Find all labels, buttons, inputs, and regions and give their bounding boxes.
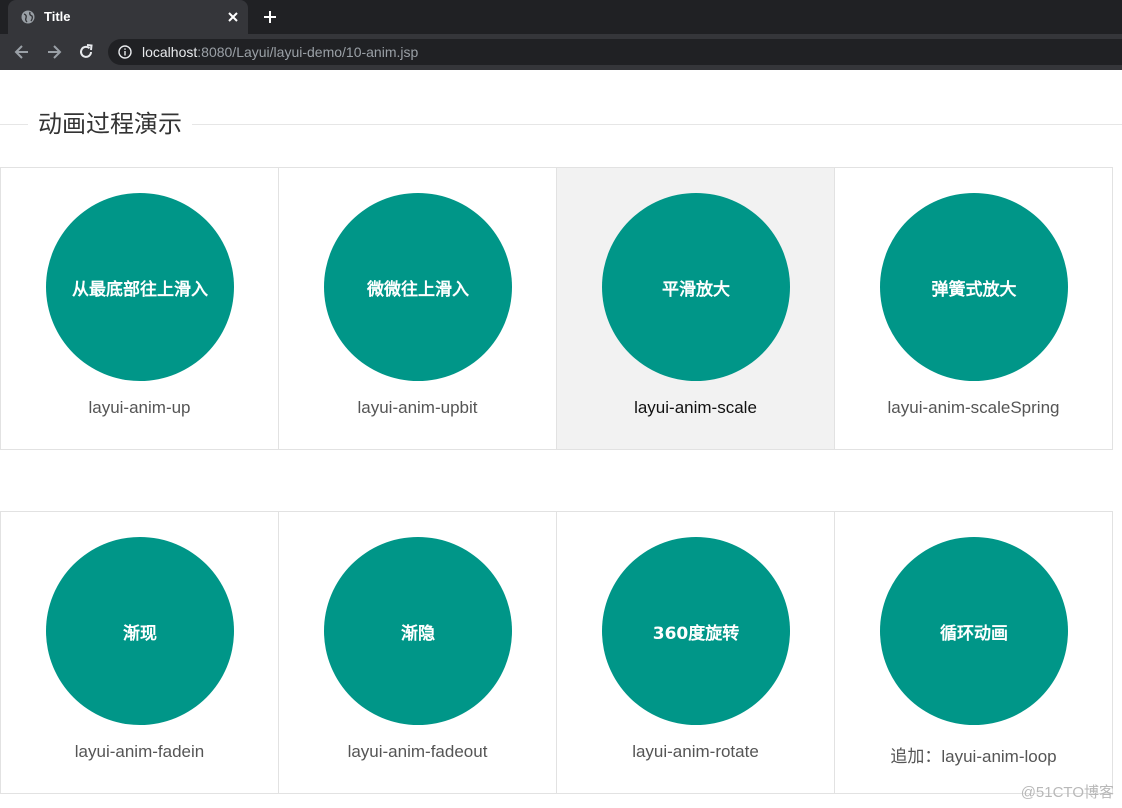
anim-class-label: layui-anim-fadeout xyxy=(347,742,488,761)
reload-icon[interactable] xyxy=(76,42,96,62)
anim-card-upbit[interactable]: 微微往上滑入 layui-anim-upbit xyxy=(278,167,557,450)
anim-demo-circle[interactable]: 循环动画 xyxy=(880,537,1068,725)
globe-icon xyxy=(21,10,35,24)
browser-tab[interactable]: Title xyxy=(8,0,248,34)
anim-demo-circle[interactable]: 弹簧式放大 xyxy=(880,193,1068,381)
anim-card-scalespring[interactable]: 弹簧式放大 layui-anim-scaleSpring xyxy=(834,167,1113,450)
browser-toolbar: localhost:8080/Layui/layui-demo/10-anim.… xyxy=(0,34,1122,70)
anim-class-label: layui-anim-upbit xyxy=(357,398,478,417)
anim-class-label: layui-anim-rotate xyxy=(632,742,759,761)
anim-demo-circle[interactable]: 360度旋转 xyxy=(602,537,790,725)
anim-class-label: 追加：layui-anim-loop xyxy=(890,747,1057,766)
close-icon[interactable] xyxy=(226,10,240,24)
anim-class-label: layui-anim-scale xyxy=(634,398,757,417)
anim-demo-circle[interactable]: 平滑放大 xyxy=(602,193,790,381)
page-content: 动画过程演示 从最底部往上滑入 layui-anim-up 微微往上滑入 lay… xyxy=(0,70,1122,808)
anim-card-loop[interactable]: 循环动画 追加：layui-anim-loop xyxy=(834,511,1113,794)
anim-card-up[interactable]: 从最底部往上滑入 layui-anim-up xyxy=(0,167,279,450)
anim-class-label: layui-anim-fadein xyxy=(74,742,205,761)
anim-class-label: layui-anim-up xyxy=(88,398,191,417)
page-title: 动画过程演示 xyxy=(28,108,192,140)
new-tab-plus-icon[interactable] xyxy=(262,9,278,25)
anim-card-fadein[interactable]: 渐现 layui-anim-fadein xyxy=(0,511,279,794)
browser-tab-bar: Title xyxy=(0,0,1122,34)
anim-card-scale[interactable]: 平滑放大 layui-anim-scale xyxy=(556,167,835,450)
info-icon[interactable] xyxy=(118,45,132,59)
forward-arrow-icon[interactable] xyxy=(44,42,64,62)
back-arrow-icon[interactable] xyxy=(12,42,32,62)
anim-class-label: layui-anim-scaleSpring xyxy=(887,398,1060,417)
anim-card-rotate[interactable]: 360度旋转 layui-anim-rotate xyxy=(556,511,835,794)
watermark: @51CTO博客 xyxy=(1020,784,1114,801)
anim-demo-circle[interactable]: 渐隐 xyxy=(324,537,512,725)
url-text[interactable]: localhost:8080/Layui/layui-demo/10-anim.… xyxy=(142,44,418,60)
tab-title: Title xyxy=(44,9,71,24)
anim-grid-row: 从最底部往上滑入 layui-anim-up 微微往上滑入 layui-anim… xyxy=(0,167,1116,450)
anim-grid-row: 渐现 layui-anim-fadein 渐隐 layui-anim-fadeo… xyxy=(0,511,1116,794)
url-host: localhost xyxy=(142,44,198,60)
anim-card-fadeout[interactable]: 渐隐 layui-anim-fadeout xyxy=(278,511,557,794)
anim-demo-circle[interactable]: 微微往上滑入 xyxy=(324,193,512,381)
anim-demo-circle[interactable]: 从最底部往上滑入 xyxy=(46,193,234,381)
anim-demo-circle[interactable]: 渐现 xyxy=(46,537,234,725)
address-bar[interactable]: localhost:8080/Layui/layui-demo/10-anim.… xyxy=(108,39,1122,65)
url-path: :8080/Layui/layui-demo/10-anim.jsp xyxy=(197,44,419,60)
